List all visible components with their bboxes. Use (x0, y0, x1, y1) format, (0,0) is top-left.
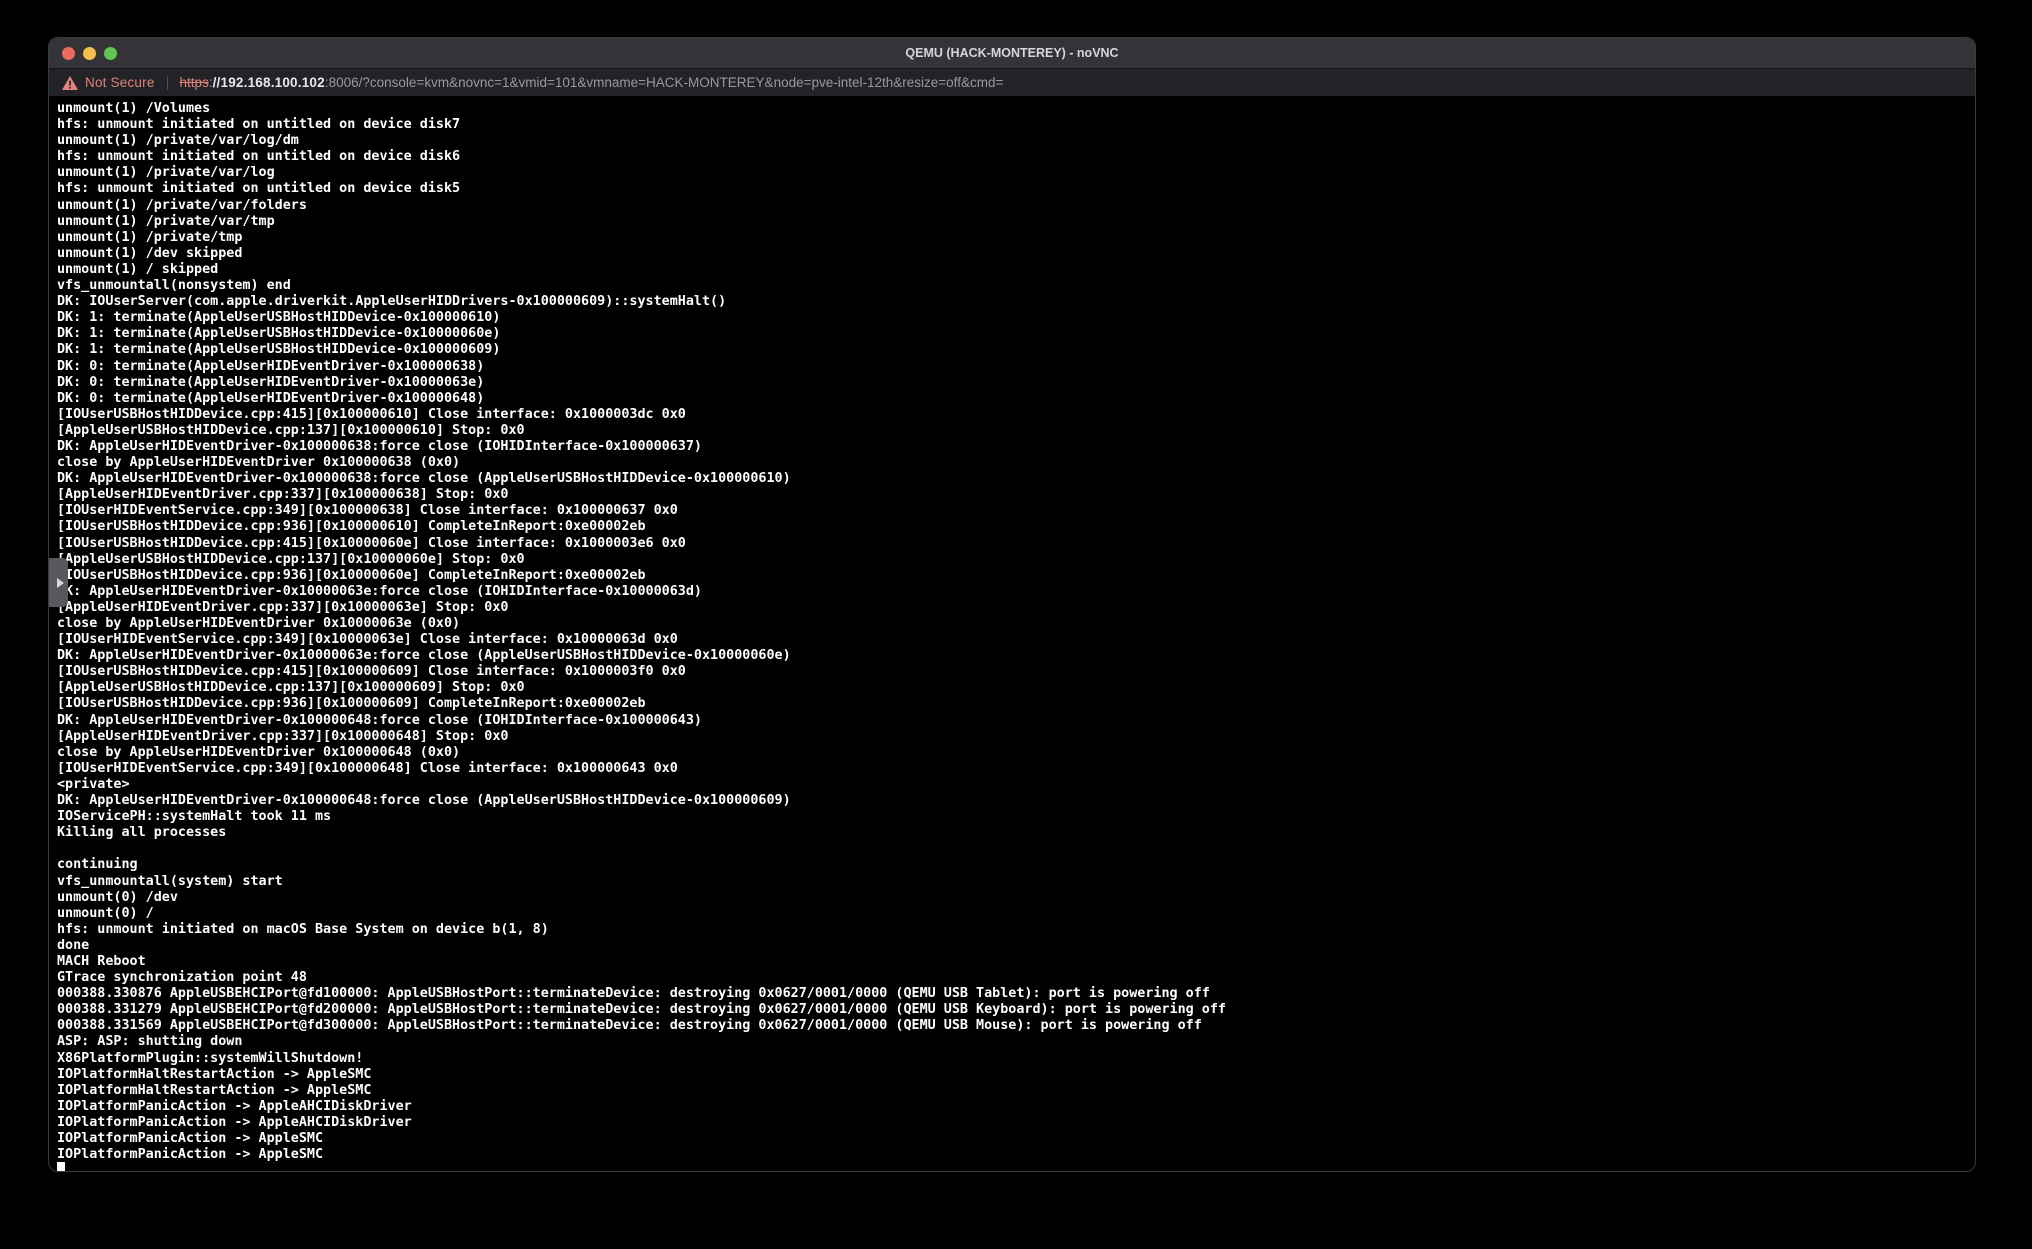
address-bar[interactable]: Not Secure https : //192.168.100.102 :80… (49, 68, 1975, 96)
url-host: //192.168.100.102 (213, 75, 325, 90)
url-query: :8006/?console=kvm&novnc=1&vmid=101&vmna… (325, 75, 1003, 90)
traffic-lights (49, 47, 117, 60)
close-window-button[interactable] (62, 47, 75, 60)
url-field[interactable]: https : //192.168.100.102 :8006/?console… (180, 75, 1004, 90)
novnc-controlbar-handle[interactable] (49, 558, 68, 607)
minimize-window-button[interactable] (83, 47, 96, 60)
url-scheme: https (180, 75, 209, 90)
zoom-window-button[interactable] (104, 47, 117, 60)
chevron-right-icon (57, 578, 64, 588)
not-secure-label[interactable]: Not Secure (85, 75, 155, 90)
vnc-screen[interactable]: unmount(1) /Volumes hfs: unmount initiat… (49, 96, 1975, 1171)
text-cursor (57, 1162, 65, 1171)
browser-window: QEMU (HACK-MONTEREY) - noVNC Not Secure … (48, 37, 1976, 1172)
window-titlebar[interactable]: QEMU (HACK-MONTEREY) - noVNC (49, 38, 1975, 68)
console-output: unmount(1) /Volumes hfs: unmount initiat… (49, 96, 1975, 1163)
warning-icon[interactable] (62, 76, 78, 90)
window-title: QEMU (HACK-MONTEREY) - noVNC (49, 38, 1975, 68)
urlbar-divider (167, 76, 168, 90)
